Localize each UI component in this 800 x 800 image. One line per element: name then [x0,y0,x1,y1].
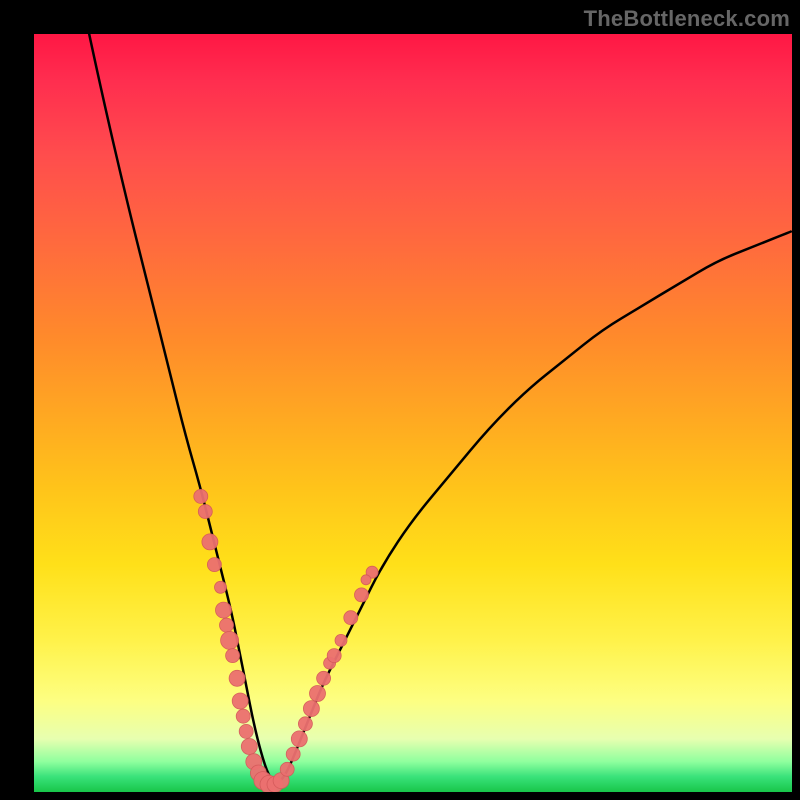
scatter-dot [194,489,208,503]
scatter-dot [335,634,347,646]
scatter-dot [246,754,262,770]
scatter-dot [273,773,289,789]
scatter-dot [355,588,369,602]
scatter-dot [239,724,253,738]
scatter-dot [207,558,221,572]
scatter-dot [310,686,326,702]
bottleneck-curve [34,34,792,783]
scatter-dot [344,611,358,625]
chart-overlay [34,34,792,792]
chart-frame: TheBottleneck.com [0,0,800,800]
watermark-text: TheBottleneck.com [584,6,790,32]
scatter-dot [226,649,240,663]
scatter-dot [361,575,371,585]
scatter-dot [216,602,232,618]
scatter-dot [366,566,378,578]
scatter-dot [317,671,331,685]
scatter-dot [291,731,307,747]
scatter-dot [241,739,257,755]
scatter-dot [215,581,227,593]
scatter-dot [198,505,212,519]
scatter-dots [194,489,378,792]
scatter-dot [254,772,272,790]
scatter-dot [298,717,312,731]
scatter-dot [327,649,341,663]
scatter-dot [267,776,283,792]
scatter-dot [229,670,245,686]
scatter-dot [324,657,336,669]
scatter-dot [236,709,250,723]
scatter-dot [286,747,300,761]
scatter-dot [221,631,239,649]
scatter-dot [260,775,278,792]
scatter-dot [280,762,294,776]
scatter-dot [202,534,218,550]
scatter-dot [303,701,319,717]
scatter-dot [220,618,234,632]
scatter-dot [250,765,266,781]
scatter-dot [232,693,248,709]
plot-area [34,34,792,792]
